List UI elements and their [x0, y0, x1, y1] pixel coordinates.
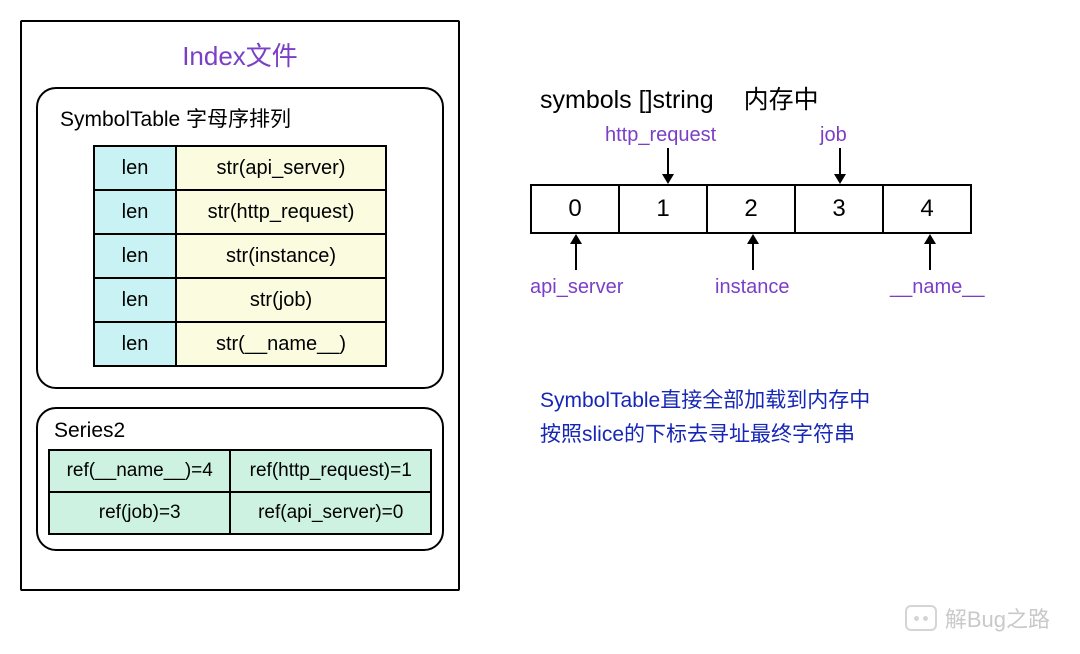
memory-heading-right: 内存中 [744, 86, 819, 114]
memory-heading-left: symbols []string [540, 86, 714, 114]
label-name: __name__ [890, 276, 985, 299]
ref-cell: ref(__name__)=4 [49, 450, 230, 492]
arrow-up-icon [745, 234, 761, 270]
top-arrow-row: http_request job [510, 124, 1050, 184]
table-row: ref(job)=3 ref(api_server)=0 [49, 492, 431, 534]
symbol-table-title: SymbolTable 字母序排列 [60, 103, 422, 133]
note-line: SymbolTable直接全部加载到内存中 [540, 384, 1050, 418]
label-instance: instance [715, 276, 790, 299]
arrow-down-icon [660, 148, 676, 184]
str-cell: str(__name__) [176, 322, 386, 366]
label-api-server: api_server [530, 276, 623, 299]
watermark: 解Bug之路 [905, 602, 1050, 634]
memory-array: 0 1 2 3 4 [530, 184, 1050, 234]
len-cell: len [94, 278, 176, 322]
table-row: len str(api_server) [94, 146, 386, 190]
table-row: len str(job) [94, 278, 386, 322]
index-file-box: Index文件 SymbolTable 字母序排列 len str(api_se… [20, 20, 460, 591]
symbol-table-panel: SymbolTable 字母序排列 len str(api_server) le… [36, 87, 444, 389]
str-cell: str(api_server) [176, 146, 386, 190]
note-line: 按照slice的下标去寻址最终字符串 [540, 418, 1050, 452]
table-row: len str(http_request) [94, 190, 386, 234]
ref-cell: ref(api_server)=0 [230, 492, 431, 534]
array-cell: 2 [706, 184, 796, 234]
array-cell: 3 [794, 184, 884, 234]
series2-panel: Series2 ref(__name__)=4 ref(http_request… [36, 407, 444, 551]
bottom-arrow-row: api_server instance __name__ [510, 234, 1050, 334]
label-http-request: http_request [605, 124, 716, 147]
label-job: job [820, 124, 847, 147]
array-cell: 4 [882, 184, 972, 234]
series2-title: Series2 [54, 419, 432, 443]
len-cell: len [94, 190, 176, 234]
table-row: ref(__name__)=4 ref(http_request)=1 [49, 450, 431, 492]
str-cell: str(instance) [176, 234, 386, 278]
table-row: len str(instance) [94, 234, 386, 278]
str-cell: str(http_request) [176, 190, 386, 234]
wechat-icon [905, 605, 937, 631]
memory-note: SymbolTable直接全部加载到内存中 按照slice的下标去寻址最终字符串 [510, 384, 1050, 451]
symbol-table: len str(api_server) len str(http_request… [93, 145, 387, 367]
ref-cell: ref(http_request)=1 [230, 450, 431, 492]
memory-diagram: symbols []string 内存中 http_request job 0 1… [510, 20, 1050, 451]
str-cell: str(job) [176, 278, 386, 322]
arrow-down-icon [832, 148, 848, 184]
len-cell: len [94, 234, 176, 278]
arrow-up-icon [922, 234, 938, 270]
len-cell: len [94, 146, 176, 190]
len-cell: len [94, 322, 176, 366]
table-row: len str(__name__) [94, 322, 386, 366]
index-file-title: Index文件 [36, 36, 444, 73]
memory-heading: symbols []string 内存中 [510, 80, 1050, 116]
arrow-up-icon [568, 234, 584, 270]
array-cell: 1 [618, 184, 708, 234]
array-cell: 0 [530, 184, 620, 234]
ref-cell: ref(job)=3 [49, 492, 230, 534]
watermark-text: 解Bug之路 [945, 602, 1050, 634]
series2-table: ref(__name__)=4 ref(http_request)=1 ref(… [48, 449, 432, 535]
